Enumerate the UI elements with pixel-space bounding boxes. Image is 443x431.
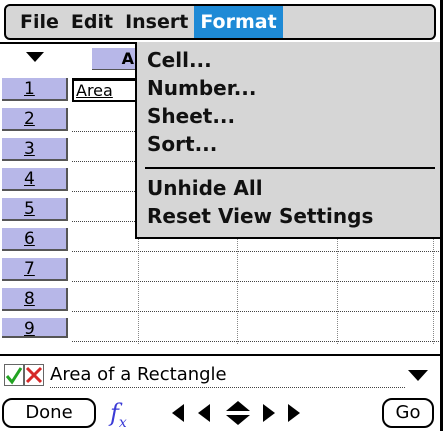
format-menu-number[interactable]: Number...: [147, 74, 257, 102]
row-header-8[interactable]: 8: [2, 288, 68, 311]
up-arrow-icon[interactable]: [226, 401, 250, 411]
row-number: 3: [24, 139, 35, 159]
corner-dropdown-icon[interactable]: [26, 52, 44, 62]
format-menu-cell[interactable]: Cell...: [147, 46, 212, 74]
row-number: 2: [24, 109, 35, 129]
row-header-6[interactable]: 6: [2, 228, 68, 251]
done-button[interactable]: Done: [2, 398, 96, 428]
right-arrow-icon[interactable]: [263, 404, 275, 422]
function-button[interactable]: fx: [110, 398, 127, 431]
entry-bar: Area of a Rectangle: [0, 356, 443, 392]
menu-format[interactable]: Format: [194, 6, 283, 38]
accept-button[interactable]: [4, 364, 24, 386]
cell-a1[interactable]: Area: [72, 78, 138, 102]
up-down-arrow-icon[interactable]: [226, 401, 250, 425]
row-number: 4: [24, 169, 35, 189]
menu-bar: File Edit Insert Format: [0, 0, 443, 44]
row-header-7[interactable]: 7: [2, 258, 68, 281]
row-number: 6: [24, 229, 35, 249]
row-divider: [72, 251, 443, 252]
row-header-1[interactable]: 1: [2, 78, 68, 101]
bottom-toolbar: Done fx Go: [0, 394, 443, 431]
format-menu-unhide-all[interactable]: Unhide All: [147, 174, 263, 202]
row-header-9[interactable]: 9: [2, 318, 68, 339]
column-header-a[interactable]: A: [92, 48, 138, 70]
row-header-2[interactable]: 2: [2, 108, 68, 131]
menu-insert[interactable]: Insert: [119, 6, 194, 38]
left-arrow-icon[interactable]: [172, 404, 184, 422]
format-menu-reset-view-settings[interactable]: Reset View Settings: [147, 202, 373, 230]
row-header-5[interactable]: 5: [2, 198, 68, 221]
format-menu-sort[interactable]: Sort...: [147, 130, 217, 158]
cell-a1-value: Area: [76, 81, 113, 100]
menu-edit[interactable]: Edit: [65, 6, 119, 38]
chevron-down-icon[interactable]: [408, 370, 428, 381]
row-number: 9: [24, 319, 35, 339]
row-number: 1: [24, 79, 35, 99]
menu-separator: [145, 167, 435, 169]
fx-label: f: [110, 399, 119, 427]
menu-bar-inner: File Edit Insert Format: [4, 4, 436, 40]
grid-corner[interactable]: [0, 44, 72, 70]
format-menu: Cell... Number... Sheet... Sort... Unhid…: [135, 42, 442, 239]
row-header-3[interactable]: 3: [2, 138, 68, 161]
row-divider: [72, 341, 443, 342]
row-number: 8: [24, 289, 35, 309]
down-arrow-icon[interactable]: [226, 415, 250, 425]
row-divider: [72, 311, 443, 312]
row-header-4[interactable]: 4: [2, 168, 68, 191]
checkmark-icon: [5, 367, 23, 385]
format-menu-sheet[interactable]: Sheet...: [147, 102, 235, 130]
fx-sub: x: [118, 414, 127, 431]
right-arrow-icon[interactable]: [288, 404, 300, 422]
go-button[interactable]: Go: [382, 398, 434, 428]
input-underline: [50, 387, 405, 388]
spreadsheet-app: File Edit Insert Format A 1 2 3 4 5 6 7 …: [0, 0, 443, 431]
cancel-button[interactable]: [24, 364, 44, 386]
row-number: 5: [24, 199, 35, 219]
row-number: 7: [24, 259, 35, 279]
x-icon: [25, 366, 43, 384]
formula-input[interactable]: Area of a Rectangle: [50, 363, 227, 387]
left-arrow-icon[interactable]: [198, 404, 210, 422]
menu-file[interactable]: File: [6, 6, 65, 38]
row-divider: [72, 281, 443, 282]
